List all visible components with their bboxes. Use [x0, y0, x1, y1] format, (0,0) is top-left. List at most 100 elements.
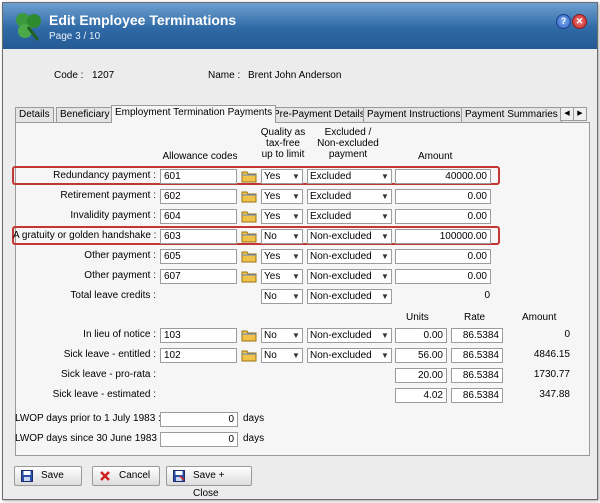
units-field[interactable]: 4.02 [395, 388, 447, 403]
amount-field[interactable]: 0.00 [395, 249, 491, 264]
quality-select[interactable]: Yes ▼ [261, 189, 303, 204]
chevron-down-icon: ▼ [292, 232, 300, 241]
folder-lookup-icon[interactable] [241, 349, 257, 362]
clover-logo-icon [16, 13, 41, 41]
name-label: Name : [208, 70, 241, 81]
leave-label: Sick leave - entitled : [63, 349, 156, 360]
payment-label: Invalidity payment : [70, 210, 156, 221]
excluded-select[interactable]: Non-excluded ▼ [307, 328, 392, 343]
allowance-code-field[interactable]: 607 [160, 269, 237, 284]
units-field[interactable]: 56.00 [395, 348, 447, 363]
help-icon[interactable]: ? [556, 14, 571, 29]
allowance-code-field[interactable]: 601 [160, 169, 237, 184]
quality-select[interactable]: No ▼ [261, 348, 303, 363]
page-indicator: Page 3 / 10 [49, 31, 101, 42]
tab-employment-termination-payments[interactable]: Employment Termination Payments [111, 105, 277, 123]
edit-employee-terminations-window: Edit Employee Terminations Page 3 / 10 ?… [2, 2, 598, 500]
leave-amount: 1730.77 [533, 369, 570, 380]
payment-label: Retirement payment : [60, 190, 156, 201]
quality-select[interactable]: Yes ▼ [261, 209, 303, 224]
chevron-down-icon: ▼ [292, 351, 300, 360]
tab-payment-summaries[interactable]: Payment Summaries [461, 107, 562, 122]
units-field[interactable]: 20.00 [395, 368, 447, 383]
total-leave-quality-select[interactable]: No ▼ [261, 289, 303, 304]
folder-lookup-icon[interactable] [241, 250, 257, 263]
save-close-button[interactable]: Save + Close [166, 466, 252, 499]
tab-scroll-left-icon[interactable]: ◀ [560, 107, 574, 121]
tab-details[interactable]: Details [15, 107, 54, 122]
window-title: Edit Employee Terminations [49, 12, 237, 28]
cancel-button[interactable]: Cancel [92, 466, 160, 486]
rate-field[interactable]: 86.5384 [451, 348, 503, 363]
rate-field[interactable]: 86.5384 [451, 368, 503, 383]
tab-scroll-right-icon[interactable]: ▶ [573, 107, 587, 121]
folder-lookup-icon[interactable] [241, 329, 257, 342]
chevron-down-icon: ▼ [381, 292, 389, 301]
excluded-select[interactable]: Non-excluded ▼ [307, 269, 392, 284]
chevron-down-icon: ▼ [381, 172, 389, 181]
amount-field[interactable]: 0.00 [395, 189, 491, 204]
amount-field[interactable]: 0.00 [395, 209, 491, 224]
floppy-disk-icon [21, 470, 33, 482]
rate-field[interactable]: 86.5384 [451, 328, 503, 343]
total-leave-excluded-select[interactable]: Non-excluded ▼ [307, 289, 392, 304]
folder-lookup-icon[interactable] [241, 230, 257, 243]
lwop-prior-field[interactable]: 0 [160, 412, 238, 427]
header-amount: Amount [418, 151, 453, 162]
leave-amount: 347.88 [539, 389, 570, 400]
amount-field[interactable]: 100000.00 [395, 229, 491, 244]
chevron-down-icon: ▼ [381, 212, 389, 221]
header-rate: Rate [464, 312, 486, 323]
folder-lookup-icon[interactable] [241, 190, 257, 203]
amount-field[interactable]: 40000.00 [395, 169, 491, 184]
save-button[interactable]: Save [14, 466, 82, 486]
quality-select[interactable]: Yes ▼ [261, 249, 303, 264]
chevron-down-icon: ▼ [292, 292, 300, 301]
quality-select[interactable]: No ▼ [261, 229, 303, 244]
excluded-select[interactable]: Non-excluded ▼ [307, 249, 392, 264]
leave-label: Sick leave - pro-rata : [60, 369, 156, 380]
allowance-code-field[interactable]: 604 [160, 209, 237, 224]
lwop-since-label: LWOP days since 30 June 1983 : [15, 433, 163, 444]
cancel-x-icon [100, 471, 110, 481]
payment-label: Redundancy payment : [53, 170, 156, 181]
excluded-select[interactable]: Excluded ▼ [307, 189, 392, 204]
lwop-since-unit: days [243, 433, 265, 444]
allowance-code-field[interactable]: 602 [160, 189, 237, 204]
folder-lookup-icon[interactable] [241, 270, 257, 283]
title-bar: Edit Employee Terminations Page 3 / 10 ?… [3, 3, 597, 49]
excluded-select[interactable]: Non-excluded ▼ [307, 348, 392, 363]
folder-lookup-icon[interactable] [241, 170, 257, 183]
excluded-select[interactable]: Non-excluded ▼ [307, 229, 392, 244]
allowance-code-field[interactable]: 605 [160, 249, 237, 264]
payment-label: A gratuity or golden handshake : [13, 230, 157, 241]
excluded-select[interactable]: Excluded ▼ [307, 169, 392, 184]
amount-field[interactable]: 0.00 [395, 269, 491, 284]
chevron-down-icon: ▼ [292, 272, 300, 281]
close-icon[interactable]: ✕ [572, 14, 587, 29]
leave-code-field[interactable]: 102 [160, 348, 237, 363]
header-allowance-codes: Allowance codes [162, 151, 238, 162]
total-leave-amount: 0 [484, 290, 490, 301]
chevron-down-icon: ▼ [292, 172, 300, 181]
chevron-down-icon: ▼ [381, 232, 389, 241]
quality-select[interactable]: Yes ▼ [261, 269, 303, 284]
chevron-down-icon: ▼ [381, 252, 389, 261]
header-amount-2: Amount [522, 312, 557, 323]
quality-select[interactable]: No ▼ [261, 328, 303, 343]
header-excluded: Excluded / Non-excluded payment [317, 127, 379, 160]
folder-lookup-icon[interactable] [241, 210, 257, 223]
tab-pre-payment-details[interactable]: Pre-Payment Details [269, 107, 369, 122]
rate-field[interactable]: 86.5384 [451, 388, 503, 403]
leave-label: Sick leave - estimated : [52, 389, 156, 400]
total-leave-label: Total leave credits : [70, 290, 156, 301]
lwop-since-field[interactable]: 0 [160, 432, 238, 447]
tab-payment-instructions[interactable]: Payment Instructions [363, 107, 465, 122]
allowance-code-field[interactable]: 603 [160, 229, 237, 244]
tab-beneficiary[interactable]: Beneficiary [56, 107, 114, 122]
leave-code-field[interactable]: 103 [160, 328, 237, 343]
units-field[interactable]: 0.00 [395, 328, 447, 343]
quality-select[interactable]: Yes ▼ [261, 169, 303, 184]
excluded-select[interactable]: Excluded ▼ [307, 209, 392, 224]
chevron-down-icon: ▼ [292, 212, 300, 221]
